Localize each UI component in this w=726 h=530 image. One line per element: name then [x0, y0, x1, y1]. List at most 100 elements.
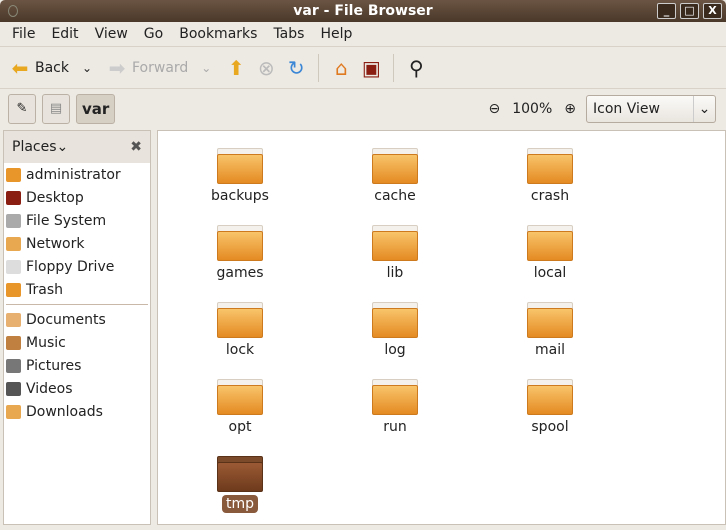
- folder-icon: [527, 225, 573, 261]
- close-button[interactable]: X: [703, 3, 722, 19]
- administrator-icon: [6, 167, 21, 182]
- search-icon[interactable]: ⚲: [404, 56, 428, 80]
- sidebar-item-music[interactable]: Music: [4, 331, 150, 354]
- folder-item[interactable]: spool: [495, 379, 605, 435]
- folder-label: spool: [531, 419, 569, 435]
- sidebar-item-label: File System: [26, 212, 107, 229]
- sidebar-item-label: Desktop: [26, 189, 84, 206]
- folder-label: lib: [386, 265, 404, 281]
- path-var-button[interactable]: var: [76, 93, 116, 124]
- places-dropdown[interactable]: Places⌄: [12, 139, 68, 155]
- music-icon: [6, 335, 21, 350]
- downloads-icon: [6, 404, 21, 419]
- up-arrow-icon[interactable]: ⬆: [224, 56, 248, 80]
- menu-help[interactable]: Help: [312, 26, 360, 42]
- sidebar-item-label: Videos: [26, 380, 73, 397]
- maximize-button[interactable]: □: [680, 3, 699, 19]
- folder-item[interactable]: run: [340, 379, 450, 435]
- computer-icon[interactable]: ▣: [359, 56, 383, 80]
- back-button[interactable]: ⬅ Back: [8, 53, 69, 83]
- sidebar-item-floppy-drive[interactable]: Floppy Drive: [4, 255, 150, 278]
- folder-item[interactable]: cache: [340, 148, 450, 204]
- sidebar-item-downloads[interactable]: Downloads: [4, 400, 150, 423]
- close-sidebar-icon[interactable]: ✖: [130, 139, 142, 155]
- sidebar-item-label: Trash: [26, 281, 63, 298]
- sidebar-item-administrator[interactable]: administrator: [4, 163, 150, 186]
- file-icon-view: backups cache crash games lib local lock log mai…: [157, 130, 726, 525]
- zoom-out-icon[interactable]: ⊖: [489, 101, 501, 117]
- folder-label: mail: [535, 342, 565, 358]
- sidebar-item-label: Music: [26, 334, 66, 351]
- home-folder-icon[interactable]: ⌂: [329, 56, 353, 80]
- folder-label: log: [384, 342, 406, 358]
- back-arrow-icon: ⬅: [11, 55, 29, 80]
- menu-edit[interactable]: Edit: [43, 26, 86, 42]
- menu-go[interactable]: Go: [136, 26, 171, 42]
- sidebar-item-desktop[interactable]: Desktop: [4, 186, 150, 209]
- folder-item[interactable]: local: [495, 225, 605, 281]
- folder-item[interactable]: lock: [185, 302, 295, 358]
- window-menu-icon[interactable]: [8, 5, 18, 17]
- chevron-down-icon: ⌄: [693, 96, 715, 122]
- forward-label: Forward: [132, 59, 189, 76]
- reload-icon[interactable]: ↻: [284, 56, 308, 80]
- folder-item[interactable]: mail: [495, 302, 605, 358]
- sidebar-item-videos[interactable]: Videos: [4, 377, 150, 400]
- separator: [318, 53, 320, 82]
- folder-item[interactable]: lib: [340, 225, 450, 281]
- divider: [6, 304, 148, 305]
- sidebar-item-file-system[interactable]: File System: [4, 209, 150, 232]
- folder-item[interactable]: games: [185, 225, 295, 281]
- folder-label: games: [216, 265, 264, 281]
- zoom-level: 100%: [512, 101, 553, 117]
- title-bar: var - File Browser _ □ X: [0, 0, 726, 22]
- pencil-icon: ✎: [16, 101, 28, 116]
- folder-item[interactable]: tmp: [185, 456, 295, 513]
- view-mode-value: Icon View: [593, 101, 660, 117]
- menu-tabs[interactable]: Tabs: [265, 26, 312, 42]
- folder-label: backups: [211, 188, 269, 204]
- folder-icon: [372, 379, 418, 415]
- sidebar-item-network[interactable]: Network: [4, 232, 150, 255]
- folder-item[interactable]: crash: [495, 148, 605, 204]
- toggle-location-entry-button[interactable]: ✎: [8, 93, 36, 124]
- sidebar-item-trash[interactable]: Trash: [4, 278, 150, 301]
- back-history-chevron-icon[interactable]: ⌄: [75, 56, 99, 80]
- path-root-button[interactable]: ▤: [42, 93, 70, 124]
- folder-label: run: [383, 419, 407, 435]
- toolbar: ⬅ Back ⌄ ➡ Forward ⌄ ⬆ ⊗ ↻ ⌂ ▣ ⚲: [0, 46, 726, 88]
- folder-item[interactable]: opt: [185, 379, 295, 435]
- sidebar-item-label: Network: [26, 235, 85, 252]
- menu-view[interactable]: View: [87, 26, 136, 42]
- folder-label: opt: [228, 419, 252, 435]
- zoom-in-icon[interactable]: ⊕: [564, 101, 576, 117]
- sidebar: Places⌄ ✖ administrator Desktop File System…: [3, 130, 151, 525]
- stop-icon[interactable]: ⊗: [254, 56, 278, 80]
- sidebar-item-label: Documents: [26, 311, 106, 328]
- sidebar-item-label: Downloads: [26, 403, 103, 420]
- sidebar-item-documents[interactable]: Documents: [4, 308, 150, 331]
- folder-icon: [372, 225, 418, 261]
- folder-label: tmp: [221, 495, 258, 513]
- minimize-button[interactable]: _: [657, 3, 676, 19]
- menu-file[interactable]: File: [4, 26, 43, 42]
- pictures-icon: [6, 358, 21, 373]
- sidebar-item-label: Pictures: [26, 357, 82, 374]
- folder-item[interactable]: log: [340, 302, 450, 358]
- forward-history-chevron-icon[interactable]: ⌄: [194, 56, 218, 80]
- folder-icon: [372, 148, 418, 184]
- folder-label: local: [533, 265, 567, 281]
- forward-button[interactable]: ➡ Forward: [105, 53, 189, 83]
- menu-bar: File Edit View Go Bookmarks Tabs Help: [0, 22, 726, 46]
- folder-item[interactable]: backups: [185, 148, 295, 204]
- folder-icon: [217, 148, 263, 184]
- folder-icon: [527, 302, 573, 338]
- drive-icon: ▤: [49, 101, 63, 116]
- sidebar-item-label: Floppy Drive: [26, 258, 115, 275]
- folder-label: cache: [374, 188, 416, 204]
- sidebar-item-label: administrator: [26, 166, 121, 183]
- sidebar-item-pictures[interactable]: Pictures: [4, 354, 150, 377]
- view-mode-select[interactable]: Icon View ⌄: [586, 95, 716, 123]
- menu-bookmarks[interactable]: Bookmarks: [171, 26, 265, 42]
- folder-icon: [372, 302, 418, 338]
